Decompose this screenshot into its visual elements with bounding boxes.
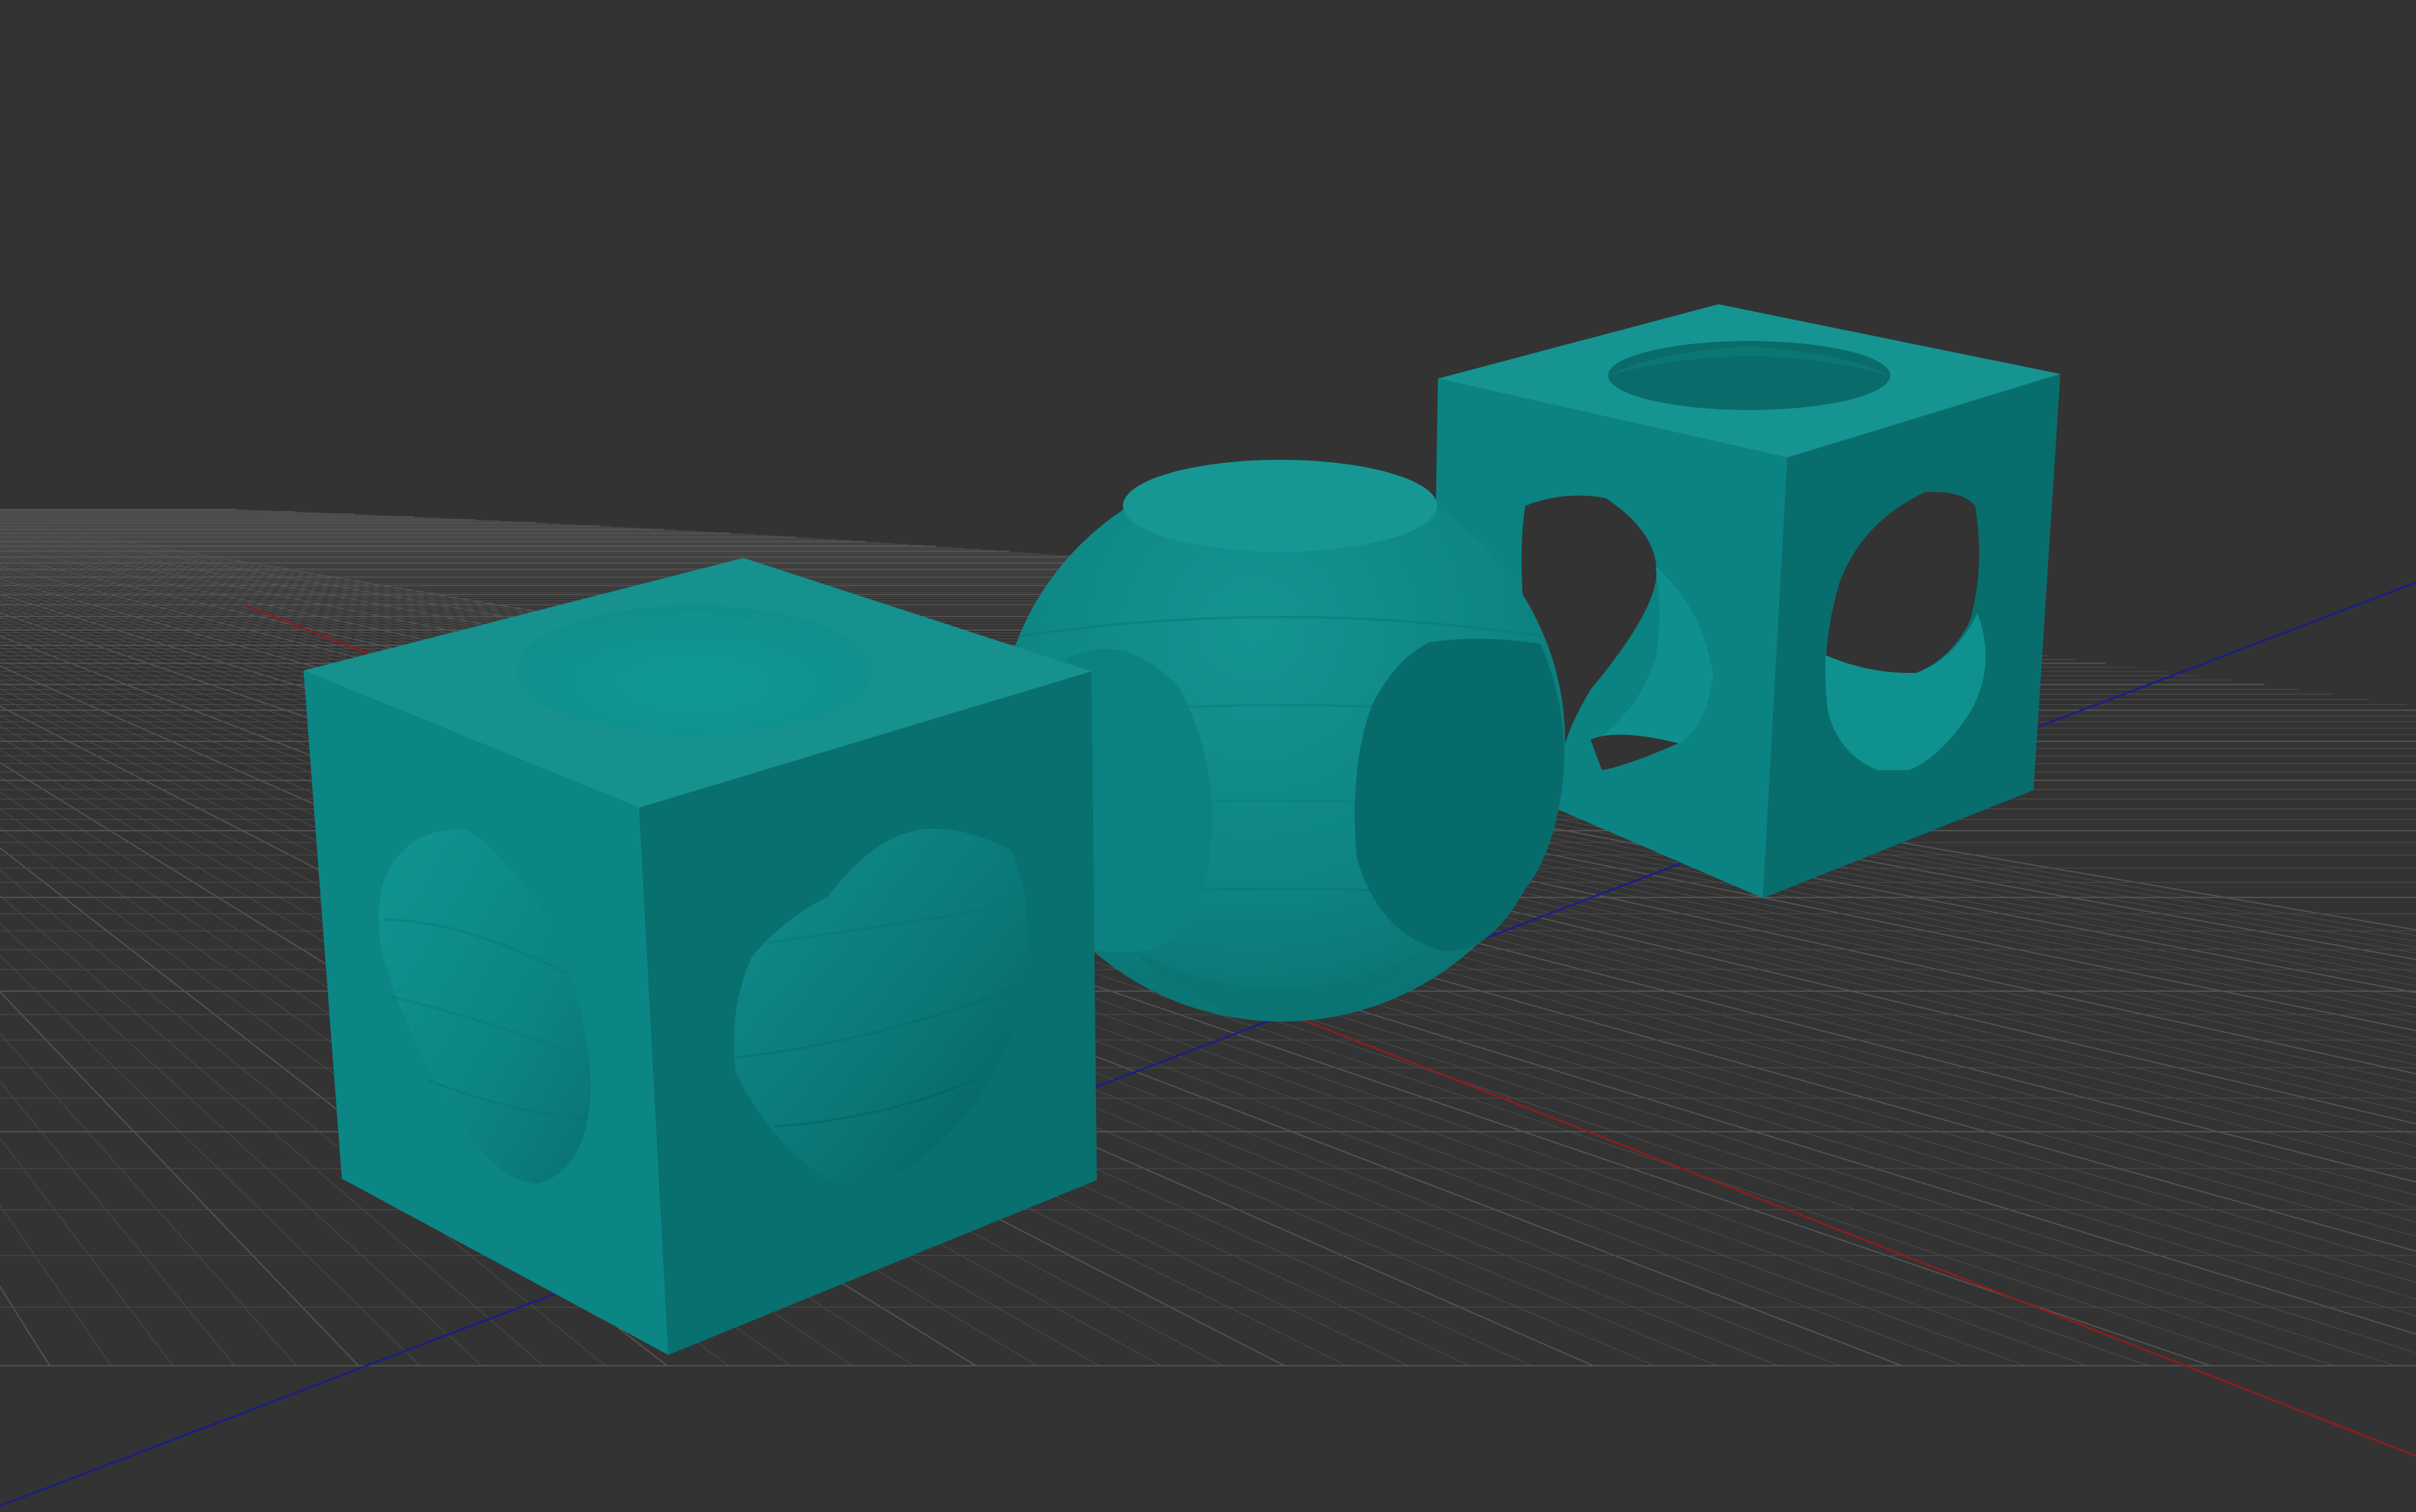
scene-canvas[interactable] <box>0 0 2416 1512</box>
3d-viewport[interactable] <box>0 0 2416 1512</box>
